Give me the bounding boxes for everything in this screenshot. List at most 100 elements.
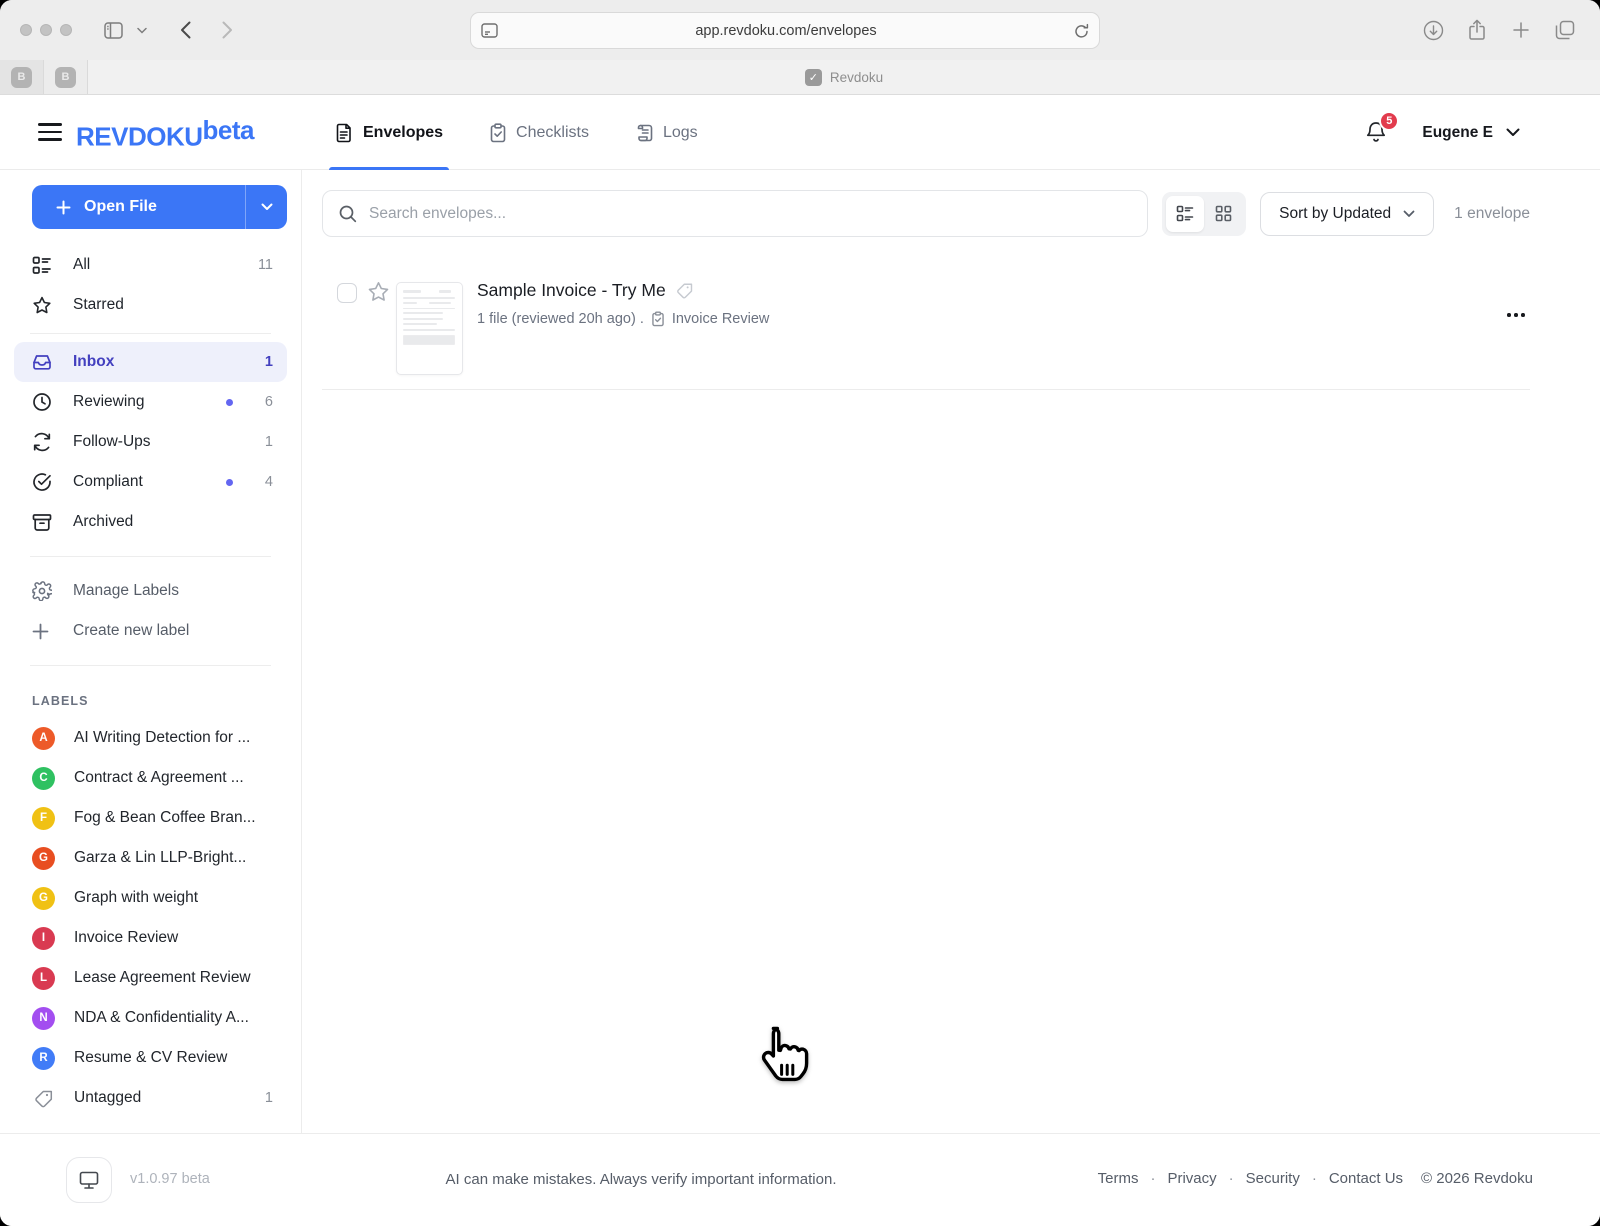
star-icon — [32, 296, 52, 315]
content-toolbar: Sort by Updated 1 envelope — [322, 190, 1530, 237]
create-new-label-label: Create new label — [73, 622, 273, 640]
main-content: Sort by Updated 1 envelope Sample Invoic… — [302, 170, 1600, 1133]
label-item-garza-lin[interactable]: G Garza & Lin LLP-Bright... — [14, 838, 287, 878]
tab-favicon: ✓ — [805, 69, 822, 86]
sidebar-item-count: 1 — [265, 354, 273, 370]
sidebar-item-reviewing[interactable]: Reviewing 6 — [14, 382, 287, 422]
manage-labels-label: Manage Labels — [73, 582, 273, 600]
tab-checklists[interactable]: Checklists — [489, 95, 589, 170]
archive-icon — [32, 513, 52, 532]
label-item-fog-bean[interactable]: F Fog & Bean Coffee Bran... — [14, 798, 287, 838]
label-item-nda[interactable]: N NDA & Confidentiality A... — [14, 998, 287, 1038]
label-item-invoice-review[interactable]: I Invoice Review — [14, 918, 287, 958]
hamburger-menu-icon[interactable] — [38, 120, 62, 144]
label-item-ai-writing[interactable]: A AI Writing Detection for ... — [14, 718, 287, 758]
open-file-main[interactable]: Open File — [32, 198, 245, 216]
tag-icon — [32, 1089, 55, 1108]
active-browser-tab[interactable]: ✓ Revdoku — [88, 60, 1600, 94]
zoom-window-button[interactable] — [60, 24, 72, 36]
row-overflow-menu[interactable] — [1507, 313, 1525, 317]
sidebar-item-all[interactable]: All 11 — [14, 245, 287, 285]
tag-icon[interactable] — [676, 282, 693, 299]
notifications-button[interactable]: 5 — [1364, 120, 1388, 146]
open-file-button[interactable]: Open File — [32, 185, 287, 229]
label-badge: G — [32, 847, 55, 870]
forward-button[interactable] — [210, 15, 244, 45]
row-checkbox[interactable] — [337, 283, 357, 303]
label-name: Invoice Review — [74, 929, 273, 947]
tab-logs[interactable]: Logs — [635, 95, 698, 170]
new-tab-icon[interactable] — [1504, 15, 1538, 45]
sidebar-item-compliant[interactable]: Compliant 4 — [14, 462, 287, 502]
close-window-button[interactable] — [20, 24, 32, 36]
star-icon[interactable] — [367, 281, 390, 303]
plus-icon — [32, 623, 52, 640]
monitor-icon — [79, 1171, 99, 1190]
sidebar-item-starred[interactable]: Starred — [14, 285, 287, 325]
contact-us-link[interactable]: Contact Us — [1329, 1170, 1403, 1187]
tab-envelopes[interactable]: Envelopes — [335, 95, 443, 170]
footer-links: Terms · Privacy · Security · Contact Us … — [1094, 1170, 1533, 1187]
sidebar-item-count: 11 — [258, 257, 273, 273]
sort-label: Sort by Updated — [1279, 205, 1391, 223]
share-icon[interactable] — [1460, 15, 1494, 45]
reload-icon[interactable] — [1074, 23, 1089, 39]
pinned-tab-1[interactable]: B — [0, 60, 44, 94]
browser-toolbar: app.revdoku.com/envelopes — [0, 0, 1600, 60]
unread-dot — [226, 479, 233, 486]
label-item-graph-weight[interactable]: G Graph with weight — [14, 878, 287, 918]
unread-dot — [226, 399, 233, 406]
search-input[interactable] — [369, 205, 1131, 223]
sidebar-toggle-icon[interactable] — [96, 15, 130, 45]
label-name: AI Writing Detection for ... — [74, 729, 273, 747]
user-menu[interactable]: Eugene E — [1422, 124, 1520, 142]
manage-labels-button[interactable]: Manage Labels — [14, 571, 287, 611]
security-link[interactable]: Security — [1246, 1170, 1300, 1187]
pinned-tab-icon: B — [55, 67, 76, 88]
envelope-row[interactable]: Sample Invoice - Try Me 1 file (reviewed… — [322, 268, 1530, 390]
user-name: Eugene E — [1422, 124, 1493, 142]
pinned-tab-2[interactable]: B — [44, 60, 88, 94]
downloads-icon[interactable] — [1416, 15, 1450, 45]
envelope-thumbnail[interactable] — [396, 282, 463, 375]
logo-text: REVDOKU — [76, 121, 203, 151]
url-text[interactable]: app.revdoku.com/envelopes — [498, 23, 1074, 39]
terms-link[interactable]: Terms — [1098, 1170, 1139, 1187]
privacy-link[interactable]: Privacy — [1167, 1170, 1216, 1187]
separator: · — [1312, 1170, 1317, 1187]
back-button[interactable] — [168, 15, 202, 45]
version-text: v1.0.97 beta — [130, 1171, 210, 1187]
tab-label: Checklists — [516, 124, 589, 142]
document-icon — [335, 123, 354, 143]
label-item-lease-agreement[interactable]: L Lease Agreement Review — [14, 958, 287, 998]
clock-icon — [32, 392, 52, 412]
address-bar[interactable]: app.revdoku.com/envelopes — [470, 12, 1100, 49]
sidebar-item-follow-ups[interactable]: Follow-Ups 1 — [14, 422, 287, 462]
label-name: Resume & CV Review — [74, 1049, 273, 1067]
sidebar-item-inbox[interactable]: Inbox 1 — [14, 342, 287, 382]
list-view-button[interactable] — [1166, 196, 1204, 232]
divider — [30, 665, 271, 666]
sidebar-item-label: Archived — [73, 513, 252, 531]
open-file-dropdown[interactable] — [245, 185, 287, 229]
system-status-button[interactable] — [66, 1157, 112, 1203]
window-traffic-lights[interactable] — [20, 24, 72, 36]
search-box[interactable] — [322, 190, 1148, 237]
tab-group-chevron-icon[interactable] — [130, 15, 154, 45]
page-format-icon[interactable] — [481, 23, 498, 38]
envelope-title[interactable]: Sample Invoice - Try Me — [477, 280, 666, 301]
label-item-resume-cv[interactable]: R Resume & CV Review — [14, 1038, 287, 1078]
sidebar-item-archived[interactable]: Archived — [14, 502, 287, 542]
check-circle-icon — [32, 472, 52, 492]
minimize-window-button[interactable] — [40, 24, 52, 36]
app-logo[interactable]: REVDOKUbeta — [76, 115, 254, 152]
sort-dropdown[interactable]: Sort by Updated — [1260, 192, 1434, 236]
label-badge: G — [32, 887, 55, 910]
label-item-untagged[interactable]: Untagged 1 — [14, 1078, 287, 1118]
label-item-contract[interactable]: C Contract & Agreement ... — [14, 758, 287, 798]
grid-view-button[interactable] — [1204, 196, 1242, 232]
browser-toolbar-right — [1416, 0, 1582, 60]
create-new-label-button[interactable]: Create new label — [14, 611, 287, 651]
tab-overview-icon[interactable] — [1548, 15, 1582, 45]
separator: · — [1150, 1170, 1155, 1187]
